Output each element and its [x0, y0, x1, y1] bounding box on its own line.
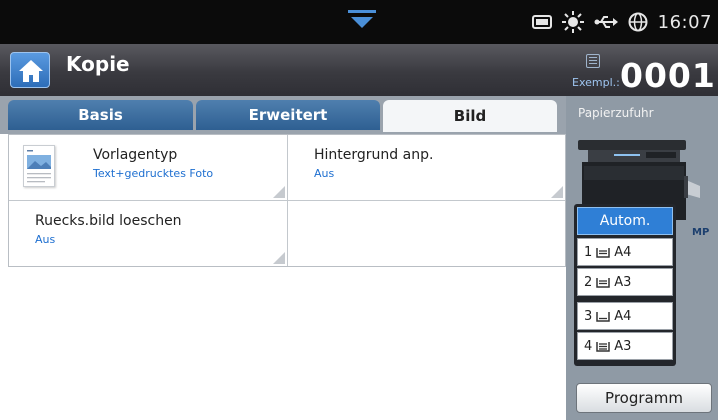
- notification-tray-arrow-icon[interactable]: [348, 8, 376, 34]
- tab-bild[interactable]: Bild: [383, 100, 557, 132]
- option-value: Aus: [35, 233, 56, 246]
- tab-erweitert[interactable]: Erweitert: [196, 100, 380, 130]
- paper-stack-icon: [596, 248, 611, 258]
- corner-indicator-icon: [551, 186, 563, 198]
- tray-number: 4: [584, 338, 593, 354]
- tray-2[interactable]: 2 A3: [577, 268, 673, 296]
- option-ruecksbild[interactable]: Ruecks.bild loeschen Aus: [9, 201, 288, 266]
- tray-size: A4: [614, 308, 632, 324]
- network-globe-icon: [628, 12, 648, 32]
- option-vorlagentyp[interactable]: Vorlagentyp Text+gedrucktes Foto: [9, 135, 288, 201]
- status-time: 16:07: [657, 11, 712, 33]
- paper-low-icon: [596, 312, 611, 322]
- tray-1[interactable]: 1 A4: [577, 238, 673, 266]
- tray-number: 1: [584, 244, 593, 260]
- copies-label: Exempl.:: [572, 76, 620, 89]
- tray-size: A4: [614, 244, 632, 260]
- tray-size: A3: [614, 338, 632, 354]
- option-title: Vorlagentyp: [93, 147, 178, 163]
- tray-3[interactable]: 3 A4: [577, 302, 673, 330]
- eco-sun-icon: [561, 11, 584, 33]
- option-title: Hintergrund anp.: [314, 147, 434, 163]
- program-button[interactable]: Programm: [576, 383, 712, 413]
- mp-tray-label: MP: [692, 227, 710, 238]
- copies-counter-icon: [586, 54, 600, 68]
- original-type-photo-icon: [23, 145, 55, 187]
- tab-bar: Basis Erweitert Bild: [0, 96, 566, 134]
- tab-basis[interactable]: Basis: [8, 100, 193, 130]
- memory-card-icon: [531, 15, 552, 29]
- option-title: Ruecks.bild loeschen: [35, 213, 182, 229]
- tray-list: Autom. 1 A4 2 A3 3 A4 4 A3: [574, 204, 676, 366]
- corner-indicator-icon: [273, 252, 285, 264]
- option-value: Text+gedrucktes Foto: [93, 167, 214, 180]
- paper-stack-icon: [596, 342, 611, 352]
- status-bar: 16:07: [0, 0, 718, 44]
- home-button[interactable]: [10, 52, 50, 88]
- usb-icon: [594, 16, 618, 28]
- tray-number: 3: [584, 308, 593, 324]
- copies-count[interactable]: 0001: [620, 56, 716, 95]
- tray-4[interactable]: 4 A3: [577, 332, 673, 360]
- tray-number: 2: [584, 274, 593, 290]
- home-icon: [19, 60, 43, 82]
- option-value: Aus: [314, 167, 335, 180]
- paper-stack-icon: [596, 278, 611, 288]
- tray-auto[interactable]: Autom.: [577, 207, 673, 235]
- option-grid: Vorlagentyp Text+gedrucktes Foto Hinterg…: [8, 134, 566, 267]
- option-empty: [288, 201, 565, 266]
- paper-supply-panel: Papierzufuhr MP Autom. 1 A4 2 A3 3 A4 4 …: [566, 96, 718, 420]
- corner-indicator-icon: [273, 186, 285, 198]
- tray-size: A3: [614, 274, 632, 290]
- page-title: Kopie: [66, 52, 130, 76]
- option-hintergrund[interactable]: Hintergrund anp. Aus: [288, 135, 565, 201]
- panel-title: Papierzufuhr: [578, 106, 654, 120]
